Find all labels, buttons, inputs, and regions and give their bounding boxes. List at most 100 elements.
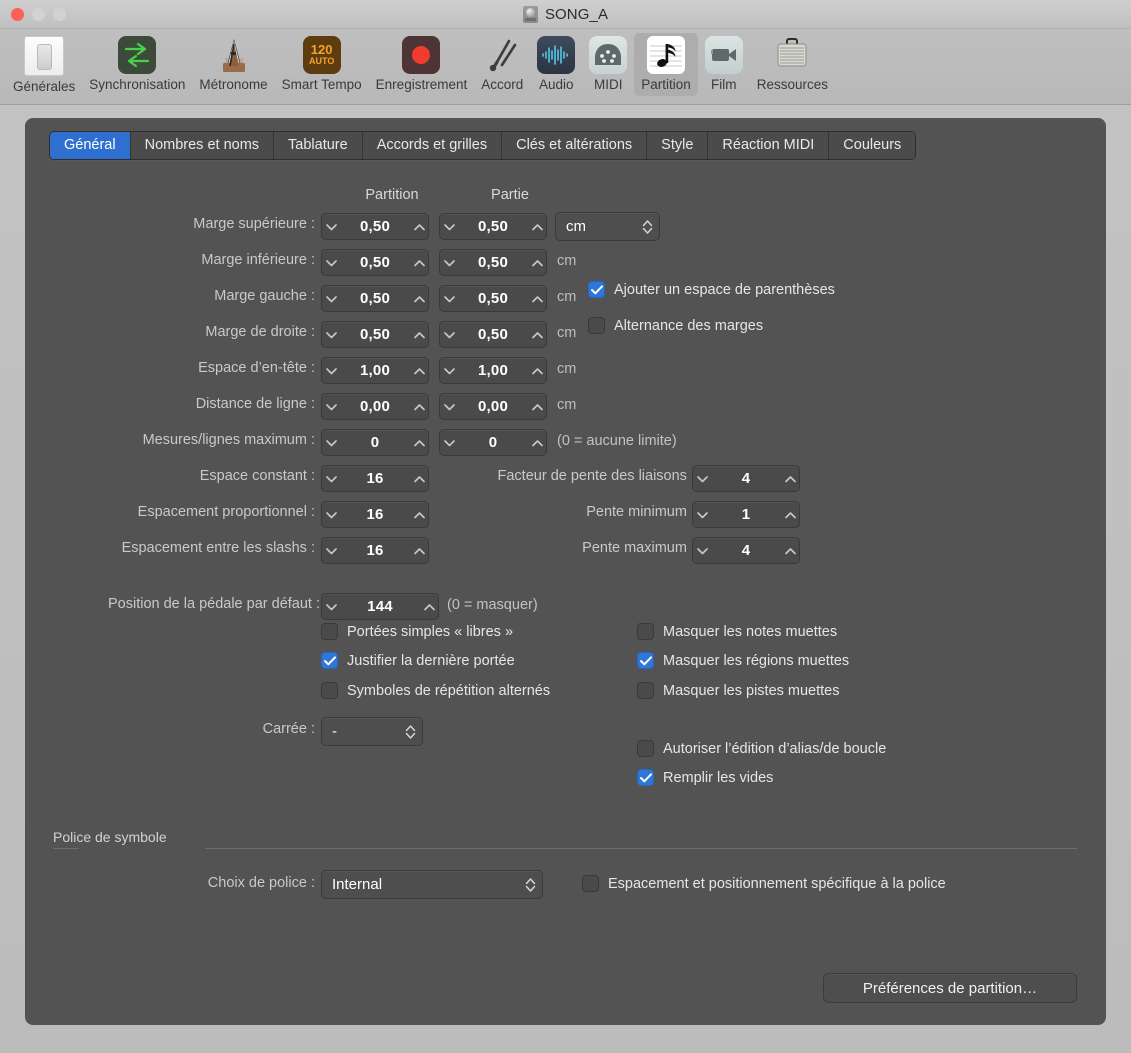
chevron-up-icon[interactable] <box>528 223 546 231</box>
toolbar-item-metronome[interactable]: Métronome <box>192 33 274 96</box>
chevron-down-icon[interactable] <box>440 367 458 375</box>
toolbar-item-ressources[interactable]: Ressources <box>750 33 835 96</box>
stepper-pente-minimum[interactable]: 1 <box>692 501 800 528</box>
toolbar-item-accord[interactable]: Accord <box>474 33 530 96</box>
chevron-up-icon[interactable] <box>781 475 799 483</box>
checkbox-box[interactable] <box>637 623 654 640</box>
chevron-down-icon[interactable] <box>440 295 458 303</box>
chevron-down-icon[interactable] <box>440 331 458 339</box>
checkbox-box[interactable] <box>582 875 599 892</box>
chevron-down-icon[interactable] <box>440 439 458 447</box>
checkbox-remplir-les-vides[interactable]: Remplir les vides <box>637 769 773 786</box>
stepper-mesures-lignes-maximum-part[interactable]: 0 <box>439 429 547 456</box>
chevron-down-icon[interactable] <box>440 259 458 267</box>
stepper-marge-inferieure-score[interactable]: 0,50 <box>321 249 429 276</box>
checkbox-ajouter-espace-parentheses[interactable]: Ajouter un espace de parenthèses <box>588 281 835 298</box>
checkbox-masquer-notes-muettes[interactable]: Masquer les notes muettes <box>637 623 837 640</box>
checkbox-label: Ajouter un espace de parenthèses <box>614 282 835 298</box>
stepper-marge-gauche-part[interactable]: 0,50 <box>439 285 547 312</box>
chevron-down-icon[interactable] <box>322 295 340 303</box>
chevron-up-icon[interactable] <box>410 295 428 303</box>
chevron-down-icon[interactable] <box>322 511 340 519</box>
toolbar-item-partition[interactable]: Partition <box>634 33 698 96</box>
chevron-up-icon[interactable] <box>528 331 546 339</box>
stepper-marge-de-droite-part[interactable]: 0,50 <box>439 321 547 348</box>
stepper-position-pedale[interactable]: 144 <box>321 593 439 620</box>
carree-popup-button[interactable]: - <box>321 717 423 746</box>
chevron-down-icon[interactable] <box>322 259 340 267</box>
stepper-distance-de-ligne-part[interactable]: 0,00 <box>439 393 547 420</box>
chevron-down-icon[interactable] <box>322 331 340 339</box>
checkbox-box[interactable] <box>321 623 338 640</box>
stepper-value: 4 <box>711 542 781 559</box>
toolbar-item-film[interactable]: Film <box>698 33 750 96</box>
chevron-up-icon[interactable] <box>781 511 799 519</box>
chevron-down-icon[interactable] <box>322 439 340 447</box>
label-mesures-lignes-maximum: Mesures/lignes maximum : <box>45 432 315 448</box>
chevron-up-icon[interactable] <box>528 295 546 303</box>
record-dot-icon <box>402 36 440 74</box>
switch-icon <box>24 36 64 76</box>
chevron-up-icon[interactable] <box>410 223 428 231</box>
checkbox-box[interactable] <box>637 740 654 757</box>
toolbar-item-generales[interactable]: Générales <box>6 33 82 98</box>
checkbox-box[interactable] <box>637 652 654 669</box>
checkbox-autoriser-edition-alias-boucle[interactable]: Autoriser l’édition d’alias/de boucle <box>637 740 886 757</box>
chevron-up-icon[interactable] <box>410 439 428 447</box>
score-preferences-button[interactable]: Préférences de partition… <box>823 973 1077 1003</box>
chevron-up-icon[interactable] <box>410 331 428 339</box>
stepper-espace-en-tete-score[interactable]: 1,00 <box>321 357 429 384</box>
chevron-up-icon[interactable] <box>410 259 428 267</box>
chevron-up-icon[interactable] <box>528 439 546 447</box>
checkbox-box[interactable] <box>637 769 654 786</box>
chevron-up-icon[interactable] <box>781 547 799 555</box>
chevron-down-icon[interactable] <box>322 223 340 231</box>
checkbox-alternance-des-marges[interactable]: Alternance des marges <box>588 317 763 334</box>
checkbox-box[interactable] <box>588 281 605 298</box>
chevron-up-icon[interactable] <box>528 367 546 375</box>
chevron-down-icon[interactable] <box>693 547 711 555</box>
stepper-value: 0 <box>458 434 528 451</box>
chevron-down-icon[interactable] <box>693 475 711 483</box>
checkbox-box[interactable] <box>588 317 605 334</box>
toolbar-item-enregistrement[interactable]: Enregistrement <box>369 33 475 96</box>
font-choice-popup-button[interactable]: Internal <box>321 870 543 899</box>
toolbar-item-smart-tempo[interactable]: 120 AUTO Smart Tempo <box>275 33 369 96</box>
toolbar-item-midi[interactable]: MIDI <box>582 33 634 96</box>
chevron-down-icon[interactable] <box>440 223 458 231</box>
stepper-espace-en-tete-part[interactable]: 1,00 <box>439 357 547 384</box>
stepper-facteur-pente-liaisons[interactable]: 4 <box>692 465 800 492</box>
chevron-up-icon[interactable] <box>528 259 546 267</box>
toolbar-item-audio[interactable]: Audio <box>530 33 582 96</box>
checkbox-masquer-pistes-muettes[interactable]: Masquer les pistes muettes <box>637 682 840 699</box>
chevron-down-icon[interactable] <box>322 475 340 483</box>
checkbox-box[interactable] <box>321 652 338 669</box>
chevron-down-icon[interactable] <box>322 367 340 375</box>
checkbox-symboles-repetition-alternes[interactable]: Symboles de répétition alternés <box>321 682 550 699</box>
chevron-down-icon[interactable] <box>322 603 340 611</box>
checkbox-espacement-positionnement-police[interactable]: Espacement et positionnement spécifique … <box>582 875 946 892</box>
stepper-pente-maximum[interactable]: 4 <box>692 537 800 564</box>
checkbox-box[interactable] <box>321 682 338 699</box>
chevron-down-icon[interactable] <box>440 403 458 411</box>
stepper-mesures-lignes-maximum-score[interactable]: 0 <box>321 429 429 456</box>
toolbar-item-synchronisation[interactable]: Synchronisation <box>82 33 192 96</box>
chevron-up-icon[interactable] <box>420 603 438 611</box>
chevron-up-icon[interactable] <box>410 367 428 375</box>
checkbox-justifier-derniere-portee[interactable]: Justifier la dernière portée <box>321 652 515 669</box>
unit-popup-button[interactable]: cm <box>555 212 660 241</box>
chevron-up-icon[interactable] <box>528 403 546 411</box>
chevron-down-icon[interactable] <box>693 511 711 519</box>
chevron-down-icon[interactable] <box>322 403 340 411</box>
stepper-marge-de-droite-score[interactable]: 0,50 <box>321 321 429 348</box>
checkbox-masquer-regions-muettes[interactable]: Masquer les régions muettes <box>637 652 849 669</box>
stepper-marge-superieure-score[interactable]: 0,50 <box>321 213 429 240</box>
stepper-marge-gauche-score[interactable]: 0,50 <box>321 285 429 312</box>
stepper-distance-de-ligne-score[interactable]: 0,00 <box>321 393 429 420</box>
stepper-marge-inferieure-part[interactable]: 0,50 <box>439 249 547 276</box>
checkbox-portees-simples-libres[interactable]: Portées simples « libres » <box>321 623 513 640</box>
checkbox-box[interactable] <box>637 682 654 699</box>
stepper-marge-superieure-part[interactable]: 0,50 <box>439 213 547 240</box>
chevron-up-icon[interactable] <box>410 403 428 411</box>
chevron-down-icon[interactable] <box>322 547 340 555</box>
